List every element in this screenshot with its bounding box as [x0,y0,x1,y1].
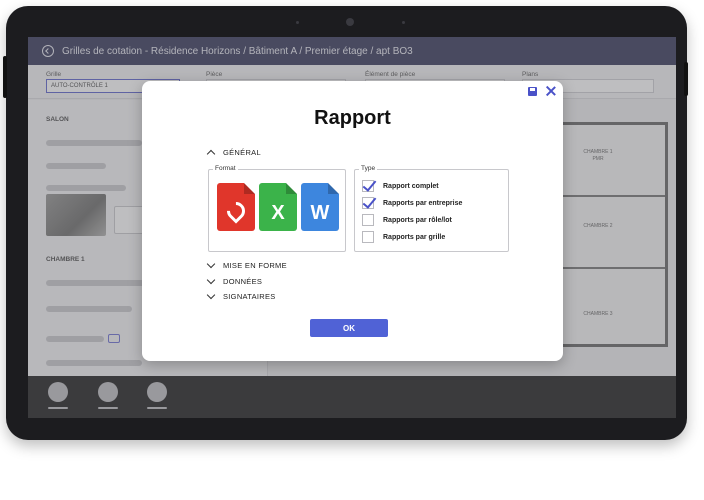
pdf-glyph-icon [223,198,249,224]
checkbox-rapport-complet[interactable] [362,180,374,192]
option-label: Rapports par grille [383,233,446,241]
option-rapports-par-role-lot[interactable]: Rapports par rôle/lot [362,214,452,226]
pdf-icon[interactable] [217,183,255,231]
option-rapports-par-entreprise[interactable]: Rapports par entreprise [362,197,462,209]
tablet-frame: Grilles de cotation - Résidence Horizons… [3,6,688,440]
camera-icon [346,18,354,26]
option-label: Rapport complet [383,182,439,190]
ok-button[interactable]: OK [310,319,388,337]
section-general-toggle[interactable]: GÉNÉRAL [206,148,261,159]
chevron-down-icon [206,259,216,269]
type-legend: Type [359,165,378,172]
excel-icon[interactable]: X [259,183,297,231]
format-legend: Format [213,165,238,172]
checkbox-rapports-par-entreprise[interactable] [362,197,374,209]
word-icon[interactable]: W [301,183,339,231]
option-rapport-complet[interactable]: Rapport complet [362,180,439,192]
tablet-screen: Grilles de cotation - Résidence Horizons… [28,37,676,418]
section-general-label: GÉNÉRAL [223,148,261,157]
tablet-side-button [3,56,7,98]
type-group: Type Rapport complet Rapports par entrep… [354,165,509,252]
excel-letter: X [271,202,285,224]
checkbox-rapports-par-role-lot[interactable] [362,214,374,226]
word-letter: W [310,202,330,224]
chevron-up-icon [206,149,216,159]
sensor-dot [402,21,405,24]
report-modal: Rapport GÉNÉRAL Format X W Type Rapport … [142,81,563,361]
format-group: Format X W [208,165,346,252]
option-rapports-par-grille[interactable]: Rapports par grille [362,231,445,243]
save-icon[interactable] [528,87,537,96]
section-mise-en-forme-toggle[interactable]: MISE EN FORME [206,259,287,270]
checkbox-rapports-par-grille[interactable] [362,231,374,243]
modal-title: Rapport [314,107,391,129]
section-donnees-toggle[interactable]: DONNÉES [206,275,263,286]
chevron-down-icon [206,290,216,300]
section-mise-en-forme-label: MISE EN FORME [223,261,287,270]
section-signataires-toggle[interactable]: SIGNATAIRES [206,290,276,301]
option-label: Rapports par entreprise [383,199,463,207]
tablet-side-button [684,62,688,96]
section-donnees-label: DONNÉES [223,277,263,286]
close-icon[interactable] [545,85,557,97]
sensor-dot [296,21,299,24]
section-signataires-label: SIGNATAIRES [223,292,276,301]
chevron-down-icon [206,275,216,285]
option-label: Rapports par rôle/lot [383,216,452,224]
